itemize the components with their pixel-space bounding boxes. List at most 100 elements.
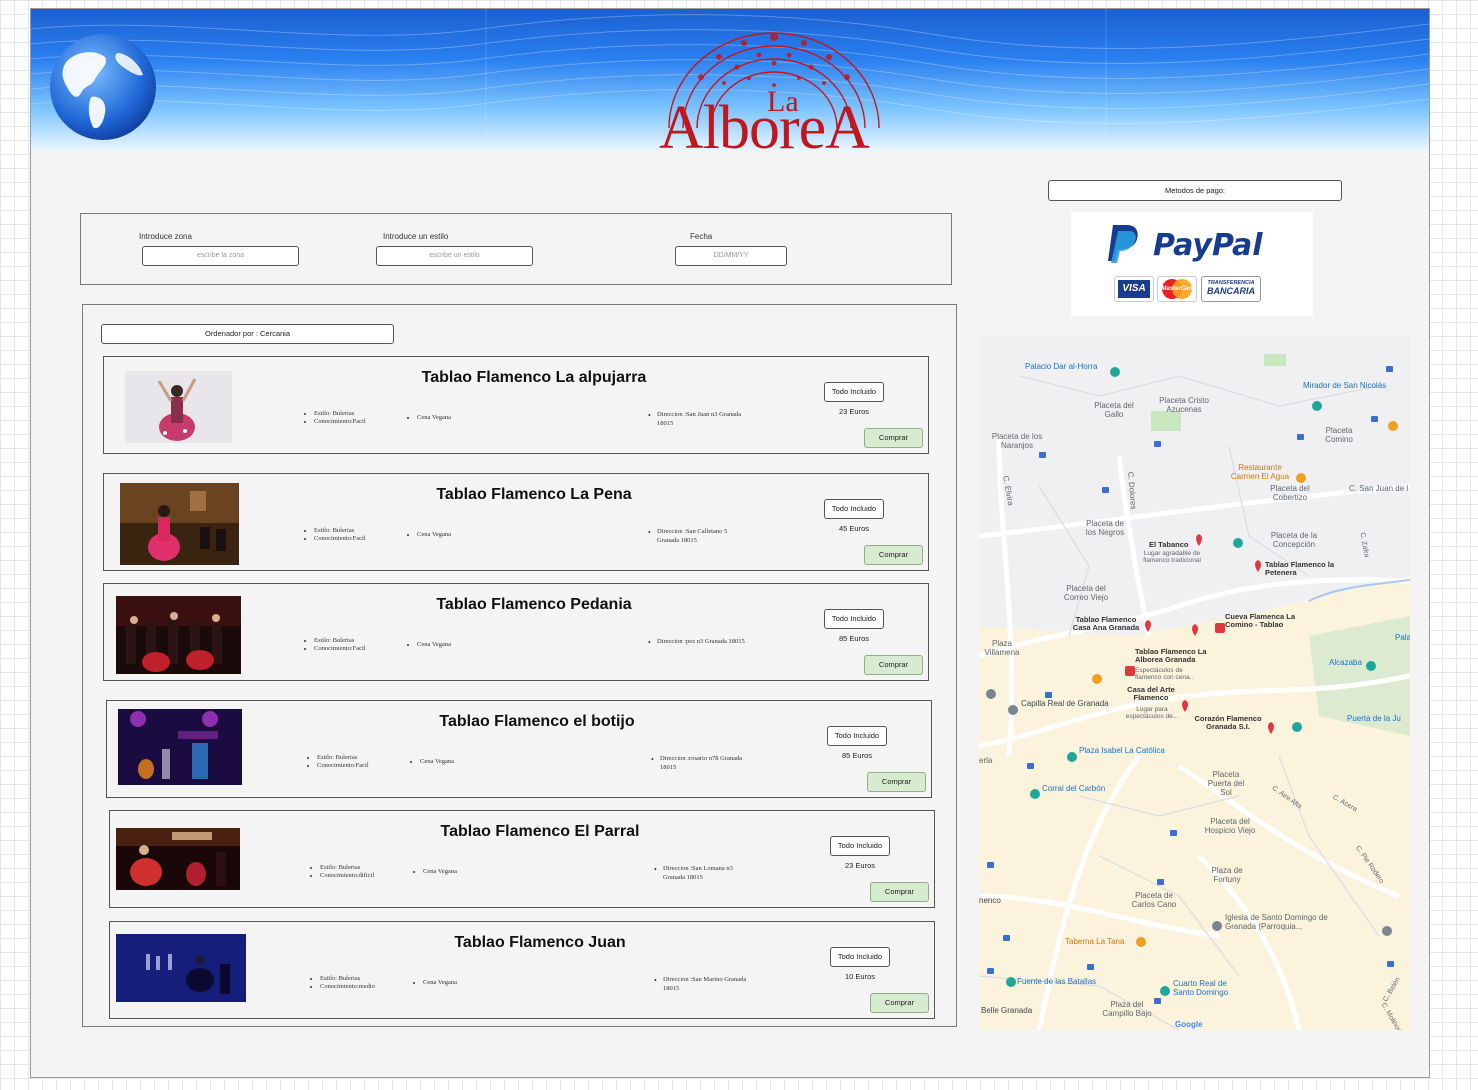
listing-address: Direccion :San Marino Granada 18015 — [654, 975, 753, 993]
listing-style: Estilo: Bulerias — [320, 975, 375, 982]
google-logo: Google — [1175, 1020, 1203, 1029]
map-label: Plaza de Fortuny — [1211, 866, 1243, 885]
listing-extra: Cena Vegana — [423, 868, 457, 875]
listing-extras: Cena Vegana — [407, 641, 451, 649]
listing-extra: Cena Vegana — [417, 641, 451, 648]
buy-button[interactable]: Comprar — [864, 655, 923, 675]
map-label: Restaurante Carmen El Agua — [1230, 463, 1290, 482]
listing-price: 23 Euros — [844, 861, 876, 870]
alborea-logo: La AlboreA — [649, 23, 899, 151]
listing-extra: Cena Vegana — [423, 979, 457, 986]
zone-label: Introduce zona — [139, 232, 192, 241]
paypal-wordmark: PayPal — [1153, 228, 1263, 263]
listing-address: Direccion :San Lomana n3 Granada 18015 — [654, 864, 753, 882]
search-filters: Introduce zona escribe la zona Introduce… — [80, 213, 952, 285]
map-label: nenco — [979, 896, 1001, 905]
location-map[interactable]: Palacio Dar al-Horra Mirador de San Nico… — [979, 336, 1410, 1030]
map-label: Placeta Cristo Azucenas — [1159, 396, 1209, 415]
paypal-icon — [1108, 225, 1138, 263]
map-label: Placeta del Hospicio Viejo — [1204, 817, 1256, 836]
listing-level: Conocimiento:Facil — [314, 645, 366, 652]
listing-features: Estilo: Bulerias Conocimiento:Facil — [304, 527, 366, 543]
map-label: Placeta del Gallo — [1094, 401, 1134, 420]
map-label: Tablao Flamenco La Alborea Granada — [1135, 647, 1207, 665]
sort-select[interactable]: Ordenador por : Cercania — [101, 324, 394, 344]
logo-main-text: AlboreA — [659, 94, 870, 151]
listing-address: Direccion :rosario n78 Granada 18015 — [651, 754, 750, 772]
listing-price: 85 Euros — [841, 751, 873, 760]
listing-extras: Cena Vegana — [407, 414, 451, 422]
map-label: Plaza Villamena — [984, 639, 1020, 658]
zone-input[interactable]: escribe la zona — [142, 246, 299, 266]
buy-button[interactable]: Comprar — [864, 428, 923, 448]
map-label: Plaza Isabel La Católica — [1079, 746, 1165, 755]
map-label: Tablao Flamenco Casa Ana Granada — [1072, 615, 1140, 633]
map-label: Palac — [1395, 633, 1410, 642]
map-label: El Tabanco — [1149, 540, 1189, 549]
map-label: Puerta de la Ju — [1347, 714, 1401, 723]
all-included-badge: Todo Incluido — [827, 726, 887, 746]
listing-title: Tablao Flamenco Pedania — [436, 596, 632, 613]
listing-title: Tablao Flamenco Juan — [454, 934, 626, 951]
listing-card: Tablao Flamenco Juan Estilo: Bulerias Co… — [109, 921, 935, 1019]
all-included-badge: Todo Incluido — [830, 836, 890, 856]
listing-price: 10 Euros — [844, 972, 876, 981]
payment-methods-label: Metodos de pago: — [1048, 180, 1342, 201]
listing-card: Tablao Flamenco el botijo Estilo: Buleri… — [106, 700, 932, 798]
style-label: Introduce un estilo — [383, 232, 449, 241]
listing-title: Tablao Flamenco El Parral — [440, 823, 640, 840]
visa-label: VISA — [1118, 280, 1150, 298]
mastercard-logo: MasterCard — [1157, 276, 1197, 302]
map-label: Taberna La Tana — [1065, 937, 1125, 946]
map-label: Cueva Flamenca La Comino - Tablao — [1225, 612, 1296, 630]
map-label: Palacio Dar al-Horra — [1025, 362, 1098, 371]
buy-button[interactable]: Comprar — [864, 545, 923, 565]
map-label: Plaza del Campillo Bajo — [1102, 1000, 1152, 1019]
listing-card: Tablao Flamenco El Parral Estilo: Buleri… — [109, 810, 935, 908]
visa-logo: VISA — [1114, 276, 1154, 302]
listing-card: Tablao Flamenco La alpujarra Estilo: Bul… — [103, 356, 929, 454]
all-included-badge: Todo Incluido — [824, 499, 884, 519]
listing-photo — [118, 709, 242, 785]
page-canvas: La AlboreA Introduce zona escribe la zon… — [30, 8, 1430, 1078]
buy-button[interactable]: Comprar — [867, 772, 926, 792]
globe-icon — [50, 34, 156, 140]
map-label: Corral del Carbón — [1042, 784, 1106, 793]
all-included-badge: Todo Incluido — [824, 382, 884, 402]
bank-transfer-line-2: BANCARIA — [1207, 285, 1255, 296]
header-banner: La AlboreA — [31, 9, 1429, 151]
map-label: Alcazaba — [1329, 658, 1362, 667]
mastercard-label: MasterCard — [1161, 286, 1195, 292]
map-label: Mirador de San Nicolás — [1303, 381, 1387, 390]
buy-button[interactable]: Comprar — [870, 882, 929, 902]
map-label: Iglesia de Santo Domingo de Granada (Par… — [1225, 913, 1328, 932]
listing-extra: Cena Vegana — [420, 758, 454, 765]
listing-features: Estilo: Bulerias Conocimiento:Facil — [307, 754, 369, 770]
map-label: C. San Juan de l — [1349, 484, 1409, 493]
style-input[interactable]: escribe un estilo — [376, 246, 533, 266]
listing-photo — [116, 828, 240, 890]
payment-methods-card: PayPal VISA MasterCard TRANSFERENCIA BAN… — [1071, 212, 1313, 316]
listing-price: 45 Euros — [838, 524, 870, 533]
listing-level: Conocimiento:Facil — [317, 762, 369, 769]
map-label: Tablao Flamenco la Petenera — [1265, 560, 1335, 578]
listing-features: Estilo: Bulerias Conocimiento:dificil — [310, 864, 374, 880]
listing-extra: Cena Vegana — [417, 531, 451, 538]
map-label: Placeta de los Naranjos — [991, 432, 1043, 451]
listing-extras: Cena Vegana — [410, 758, 454, 766]
listing-level: Conocimiento:medio — [320, 983, 375, 990]
map-label: Casa del Arte Flamenco — [1127, 685, 1175, 703]
listing-style: Estilo: Bulerias — [314, 637, 366, 644]
date-label: Fecha — [690, 232, 713, 241]
buy-button[interactable]: Comprar — [870, 993, 929, 1013]
listing-address: Direccion :pez n3 Granada 18015 — [648, 637, 747, 648]
listing-extras: Cena Vegana — [413, 868, 457, 876]
listing-extras: Cena Vegana — [407, 531, 451, 539]
date-input[interactable]: DD/MM/YY — [675, 246, 787, 266]
listing-features: Estilo: Bulerias Conocimiento:medio — [310, 975, 375, 991]
listing-photo — [116, 934, 246, 1002]
listing-extra: Cena Vegana — [417, 414, 451, 421]
listing-level: Conocimiento:Facil — [314, 418, 366, 425]
listing-features: Estilo: Bulerias Conocimiento:Facil — [304, 410, 366, 426]
map-label: Placeta Puerta del Sol — [1207, 770, 1245, 798]
